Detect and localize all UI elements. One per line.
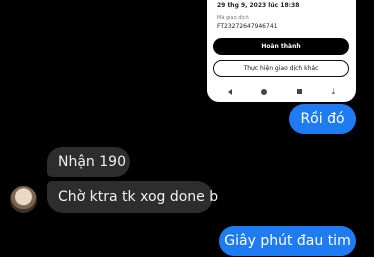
back-icon bbox=[227, 88, 232, 95]
shared-transaction-screenshot[interactable]: 29 thg 9, 2023 lúc 18:38 Mã giao dịch FT… bbox=[207, 0, 356, 102]
message-bubble-incoming[interactable]: Nhận 190 bbox=[47, 147, 130, 177]
avatar[interactable] bbox=[10, 186, 37, 213]
android-nav-bar: ⤓ bbox=[207, 83, 356, 100]
new-transaction-button: Thực hiện giao dịch khác bbox=[213, 60, 349, 77]
message-bubble-outgoing[interactable]: Giây phút đau tim bbox=[219, 226, 356, 256]
transaction-code-label: Mã giao dịch bbox=[217, 15, 249, 21]
message-bubble-outgoing[interactable]: Rồi đó bbox=[289, 104, 356, 134]
recents-icon bbox=[297, 89, 303, 94]
download-icon: ⤓ bbox=[331, 86, 336, 96]
transaction-datetime: 29 thg 9, 2023 lúc 18:38 bbox=[217, 2, 300, 9]
transaction-code: FT23272647946741 bbox=[217, 23, 278, 30]
home-icon bbox=[261, 88, 268, 95]
done-button: Hoàn thành bbox=[213, 38, 349, 55]
message-bubble-incoming[interactable]: Chờ ktra tk xog done b bbox=[47, 181, 218, 213]
